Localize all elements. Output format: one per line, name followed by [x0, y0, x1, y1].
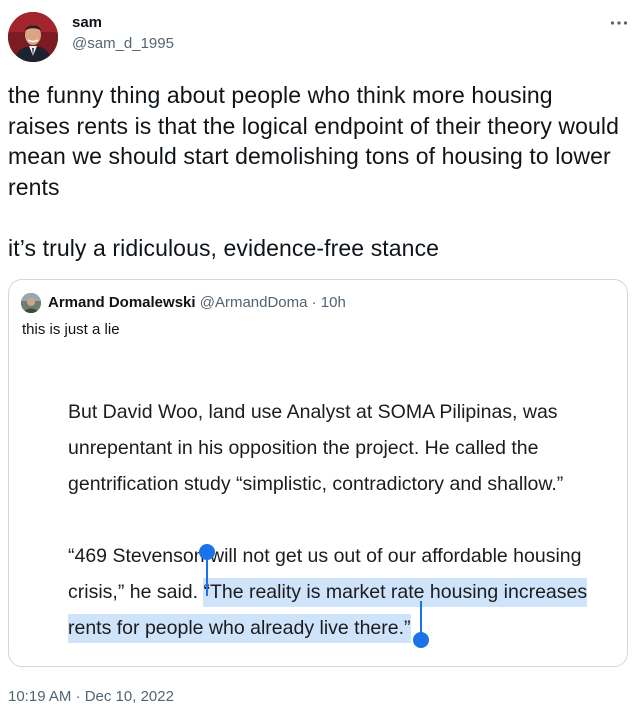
tweet-text: the funny thing about people who think m…	[8, 82, 620, 261]
more-options-icon[interactable]	[606, 10, 632, 36]
selection-end-knob	[413, 632, 429, 648]
author-avatar[interactable]	[8, 12, 58, 62]
author-handle[interactable]: @sam_d_1995	[72, 35, 174, 52]
profile-photo-icon	[8, 12, 58, 62]
quoted-author-avatar	[21, 293, 41, 313]
author-display-name[interactable]: sam	[72, 14, 102, 31]
quoted-author-handle-time: @ArmandDoma · 10h	[199, 294, 346, 311]
article-paragraph-1: But David Woo, land use Analyst at SOMA …	[68, 401, 564, 495]
article-paragraph-2: “469 Stevenson will not get us out of ou…	[68, 538, 623, 646]
quoted-author-name[interactable]: Armand Domalewski	[48, 294, 196, 311]
tweet-timestamp[interactable]: 10:19 AM · Dec 10, 2022	[8, 688, 174, 705]
selection-start-knob	[199, 544, 215, 560]
tweet: sam @sam_d_1995 the funny thing about pe…	[0, 0, 636, 711]
quoted-tweet-image: But David Woo, land use Analyst at SOMA …	[68, 394, 623, 646]
quoted-tweet-header: Armand Domalewski @ArmandDoma · 10h	[48, 294, 346, 311]
quoted-tweet-text: this is just a lie	[22, 321, 120, 338]
quoted-tweet-card[interactable]: Armand Domalewski @ArmandDoma · 10h this…	[8, 279, 628, 667]
quoted-profile-photo-icon	[21, 293, 41, 313]
